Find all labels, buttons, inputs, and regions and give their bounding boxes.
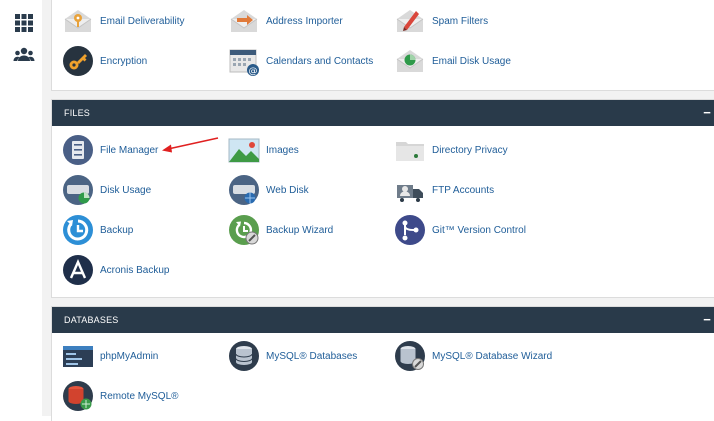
- encryption-label: Encryption: [100, 55, 148, 67]
- sidebar: [0, 0, 43, 416]
- database-wizard-icon: [394, 340, 426, 372]
- file-manager-label: File Manager: [100, 144, 159, 156]
- databases-panel: DATABASES − phpMyAdmin MySQL® Databases …: [51, 306, 714, 421]
- email-disk-usage-link[interactable]: Email Disk Usage: [394, 45, 511, 77]
- spam-filters-link[interactable]: Spam Filters: [394, 5, 488, 37]
- drive-pie-icon: [62, 174, 94, 206]
- users-icon[interactable]: [13, 44, 35, 66]
- backup-clock-icon: [62, 214, 94, 246]
- acronis-backup-link[interactable]: Acronis Backup: [62, 254, 169, 286]
- encryption-key-icon: [62, 45, 94, 77]
- email-panel: Email Deliverability Address Importer Sp…: [51, 0, 714, 91]
- folder-icon: [394, 134, 426, 166]
- acronis-logo-icon: [62, 254, 94, 286]
- web-disk-link[interactable]: Web Disk: [228, 174, 309, 206]
- user-truck-icon: [394, 174, 426, 206]
- git-version-control-label: Git™ Version Control: [432, 224, 526, 236]
- database-icon: [228, 340, 260, 372]
- grid-icon[interactable]: [13, 12, 35, 34]
- calendars-contacts-link[interactable]: @ Calendars and Contacts: [228, 45, 373, 77]
- address-importer-link[interactable]: Address Importer: [228, 5, 343, 37]
- acronis-backup-label: Acronis Backup: [100, 264, 170, 276]
- remote-database-icon: [62, 380, 94, 412]
- mysql-databases-link[interactable]: MySQL® Databases: [228, 340, 357, 372]
- email-disk-usage-label: Email Disk Usage: [432, 55, 511, 67]
- main-content: Email Deliverability Address Importer Sp…: [42, 0, 714, 421]
- backup-wizard-label: Backup Wizard: [266, 224, 334, 236]
- mysql-database-wizard-link[interactable]: MySQL® Database Wizard: [394, 340, 552, 372]
- phpmyadmin-link[interactable]: phpMyAdmin: [62, 340, 158, 372]
- web-disk-label: Web Disk: [266, 184, 309, 196]
- svg-text:@: @: [249, 67, 258, 77]
- mysql-databases-label: MySQL® Databases: [266, 350, 358, 362]
- files-collapse-button[interactable]: −: [703, 100, 711, 126]
- files-panel-header[interactable]: FILES −: [52, 100, 714, 126]
- calendar-at-icon: @: [228, 45, 260, 77]
- databases-panel-header[interactable]: DATABASES −: [52, 307, 714, 333]
- phpmyadmin-window-icon: [62, 340, 94, 372]
- drive-globe-icon: [228, 174, 260, 206]
- email-deliverability-link[interactable]: Email Deliverability: [62, 5, 184, 37]
- git-branch-icon: [394, 214, 426, 246]
- directory-privacy-label: Directory Privacy: [432, 144, 508, 156]
- databases-panel-title: DATABASES: [64, 315, 119, 325]
- backup-wizard-icon: [228, 214, 260, 246]
- phpmyadmin-label: phpMyAdmin: [100, 350, 159, 362]
- disk-usage-label: Disk Usage: [100, 184, 152, 196]
- key-envelope-icon: [62, 5, 94, 37]
- mysql-database-wizard-label: MySQL® Database Wizard: [432, 350, 553, 362]
- files-panel-title: FILES: [64, 108, 91, 118]
- git-version-control-link[interactable]: Git™ Version Control: [394, 214, 526, 246]
- spam-filters-label: Spam Filters: [432, 15, 489, 27]
- email-deliverability-label: Email Deliverability: [100, 15, 185, 27]
- databases-collapse-button[interactable]: −: [703, 307, 711, 333]
- backup-wizard-link[interactable]: Backup Wizard: [228, 214, 333, 246]
- ftp-accounts-link[interactable]: FTP Accounts: [394, 174, 494, 206]
- images-link[interactable]: Images: [228, 134, 299, 166]
- address-importer-label: Address Importer: [266, 15, 343, 27]
- calendars-contacts-label: Calendars and Contacts: [266, 55, 374, 67]
- disk-usage-link[interactable]: Disk Usage: [62, 174, 151, 206]
- backup-link[interactable]: Backup: [62, 214, 133, 246]
- directory-privacy-link[interactable]: Directory Privacy: [394, 134, 508, 166]
- files-panel: FILES − File Manager Images Directory Pr…: [51, 99, 714, 298]
- pen-envelope-icon: [394, 5, 426, 37]
- images-label: Images: [266, 144, 299, 156]
- image-landscape-icon: [228, 134, 260, 166]
- envelope-arrow-icon: [228, 5, 260, 37]
- file-cabinet-icon: [62, 134, 94, 166]
- annotation-arrow-icon: [162, 137, 219, 153]
- remote-mysql-label: Remote MySQL®: [100, 390, 179, 402]
- remote-mysql-link[interactable]: Remote MySQL®: [62, 380, 179, 412]
- ftp-accounts-label: FTP Accounts: [432, 184, 495, 196]
- file-manager-link[interactable]: File Manager: [62, 134, 158, 166]
- encryption-link[interactable]: Encryption: [62, 45, 147, 77]
- pie-envelope-icon: [394, 45, 426, 77]
- backup-label: Backup: [100, 224, 134, 236]
